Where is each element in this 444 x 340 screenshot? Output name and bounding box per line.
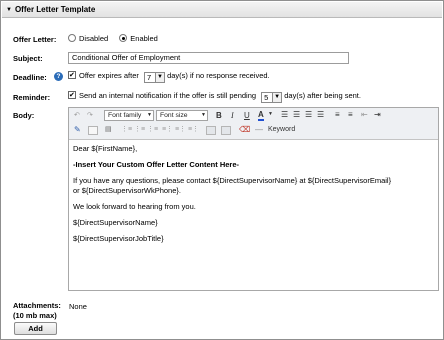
editor-content[interactable]: Dear ${FirstName}, -Insert Your Custom O… xyxy=(73,144,433,244)
col-before-icon[interactable]: ≡⋮ xyxy=(162,125,173,133)
subject-input[interactable]: Conditional Offer of Employment xyxy=(68,52,349,64)
section-title: Offer Letter Template xyxy=(14,5,96,14)
attachments-label: Attachments: xyxy=(13,301,61,310)
align-right-icon[interactable]: ☰ xyxy=(305,110,312,119)
help-icon[interactable]: ? xyxy=(54,72,63,81)
radio-enabled-label[interactable]: Enabled xyxy=(130,34,158,43)
reminder-suffix: day(s) after being sent. xyxy=(284,91,361,100)
offer-letter-panel: ▼ Offer Letter Template Offer Letter: Dis… xyxy=(0,0,444,340)
deadline-days-value: 7 xyxy=(146,73,152,82)
radio-enabled[interactable]: Enabled xyxy=(119,34,158,43)
deadline-checkbox[interactable] xyxy=(68,71,76,79)
insert-row-icon[interactable]: ▤ xyxy=(105,125,112,133)
deadline-label: Deadline: xyxy=(13,73,47,82)
reminder-days-select[interactable]: 5 ▼ xyxy=(261,92,283,103)
keyword-button[interactable]: Keyword xyxy=(268,126,295,133)
questions-line-1: If you have any questions, please contac… xyxy=(73,176,392,185)
underline-button[interactable]: U xyxy=(244,111,250,120)
radio-disabled-circle[interactable] xyxy=(68,34,76,42)
align-justify-icon[interactable]: ☰ xyxy=(317,110,324,119)
outdent-icon[interactable]: ⇤ xyxy=(361,110,368,119)
subject-label: Subject: xyxy=(13,54,43,63)
editor-toolbar: ↶ ↷ Font family ▼ Font size ▼ B I U A ▼ ☰ … xyxy=(69,108,438,140)
align-left-icon[interactable]: ☰ xyxy=(281,110,288,119)
section-header[interactable]: ▼ Offer Letter Template xyxy=(2,2,442,18)
signature-name-line: ${DirectSupervisorName} xyxy=(73,218,158,227)
attachments-size-limit: (10 mb max) xyxy=(13,311,57,320)
redo-icon[interactable]: ↷ xyxy=(87,111,93,119)
font-size-label: Font size xyxy=(160,112,188,119)
chevron-down-icon[interactable]: ▼ xyxy=(268,111,273,117)
collapse-triangle-icon[interactable]: ▼ xyxy=(6,2,12,18)
deadline-row: Offer expires after 7▼ day(s) if no resp… xyxy=(68,71,270,83)
delete-col-icon[interactable]: ≡⋮ xyxy=(188,125,199,133)
body-editor[interactable]: ↶ ↷ Font family ▼ Font size ▼ B I U A ▼ ☰ … xyxy=(68,107,439,291)
edit-source-icon[interactable]: ✎ xyxy=(74,125,81,134)
attachments-value: None xyxy=(69,302,87,311)
merge-cells-icon[interactable] xyxy=(206,126,216,135)
insert-content-line: -Insert Your Custom Offer Letter Content… xyxy=(73,160,239,169)
offer-letter-label: Offer Letter: xyxy=(13,35,57,44)
reminder-label: Reminder: xyxy=(13,93,51,102)
radio-disabled[interactable]: Disabled xyxy=(68,34,108,43)
font-family-select[interactable]: Font family ▼ xyxy=(104,110,154,121)
reminder-row: Send an internal notification if the off… xyxy=(68,91,361,103)
chevron-down-icon: ▼ xyxy=(147,112,152,118)
deadline-suffix: day(s) if no response received. xyxy=(167,71,270,80)
offer-letter-radio-group: Disabled Enabled xyxy=(68,34,158,43)
indent-icon[interactable]: ⇥ xyxy=(374,110,381,119)
deadline-days-select[interactable]: 7 ▼ xyxy=(143,72,165,83)
chevron-down-icon: ▼ xyxy=(272,93,282,102)
font-color-button[interactable]: A xyxy=(258,110,264,121)
add-attachment-button[interactable]: Add xyxy=(14,322,57,335)
row-before-icon[interactable]: ⋮≡ xyxy=(121,125,132,133)
chevron-down-icon: ▼ xyxy=(154,73,164,82)
align-center-icon[interactable]: ☰ xyxy=(293,110,300,119)
radio-disabled-label[interactable]: Disabled xyxy=(79,34,108,43)
reminder-checkbox-label: Send an internal notification if the off… xyxy=(79,91,257,100)
undo-icon[interactable]: ↶ xyxy=(74,111,80,119)
body-label: Body: xyxy=(13,111,35,120)
delete-row-icon[interactable]: ⋮≡ xyxy=(147,125,158,133)
signature-title-line: ${DirectSupervisorJobTitle} xyxy=(73,234,164,243)
italic-button[interactable]: I xyxy=(231,111,234,120)
chevron-down-icon: ▼ xyxy=(201,112,206,118)
deadline-checkbox-label: Offer expires after xyxy=(79,71,139,80)
reminder-checkbox[interactable] xyxy=(68,91,76,99)
closing-line: We look forward to hearing from you. xyxy=(73,202,196,211)
reminder-days-value: 5 xyxy=(264,93,269,102)
split-cells-icon[interactable] xyxy=(221,126,231,135)
radio-enabled-circle[interactable] xyxy=(119,34,128,42)
bold-button[interactable]: B xyxy=(216,111,222,120)
row-after-icon[interactable]: ⋮≡ xyxy=(134,125,145,133)
numbered-list-icon[interactable]: ≡ xyxy=(335,110,340,119)
font-family-label: Font family xyxy=(108,112,142,119)
table-icon[interactable] xyxy=(88,126,98,135)
font-size-select[interactable]: Font size ▼ xyxy=(156,110,208,121)
greeting-line: Dear ${FirstName}, xyxy=(73,144,138,153)
col-after-icon[interactable]: ≡⋮ xyxy=(175,125,186,133)
bullet-list-icon[interactable]: ≡ xyxy=(348,110,353,119)
horizontal-rule-icon[interactable]: — xyxy=(255,125,263,134)
questions-line-2: or ${DirectSupervisorWkPhone}. xyxy=(73,186,181,195)
eraser-icon[interactable]: ⌫ xyxy=(239,125,250,134)
